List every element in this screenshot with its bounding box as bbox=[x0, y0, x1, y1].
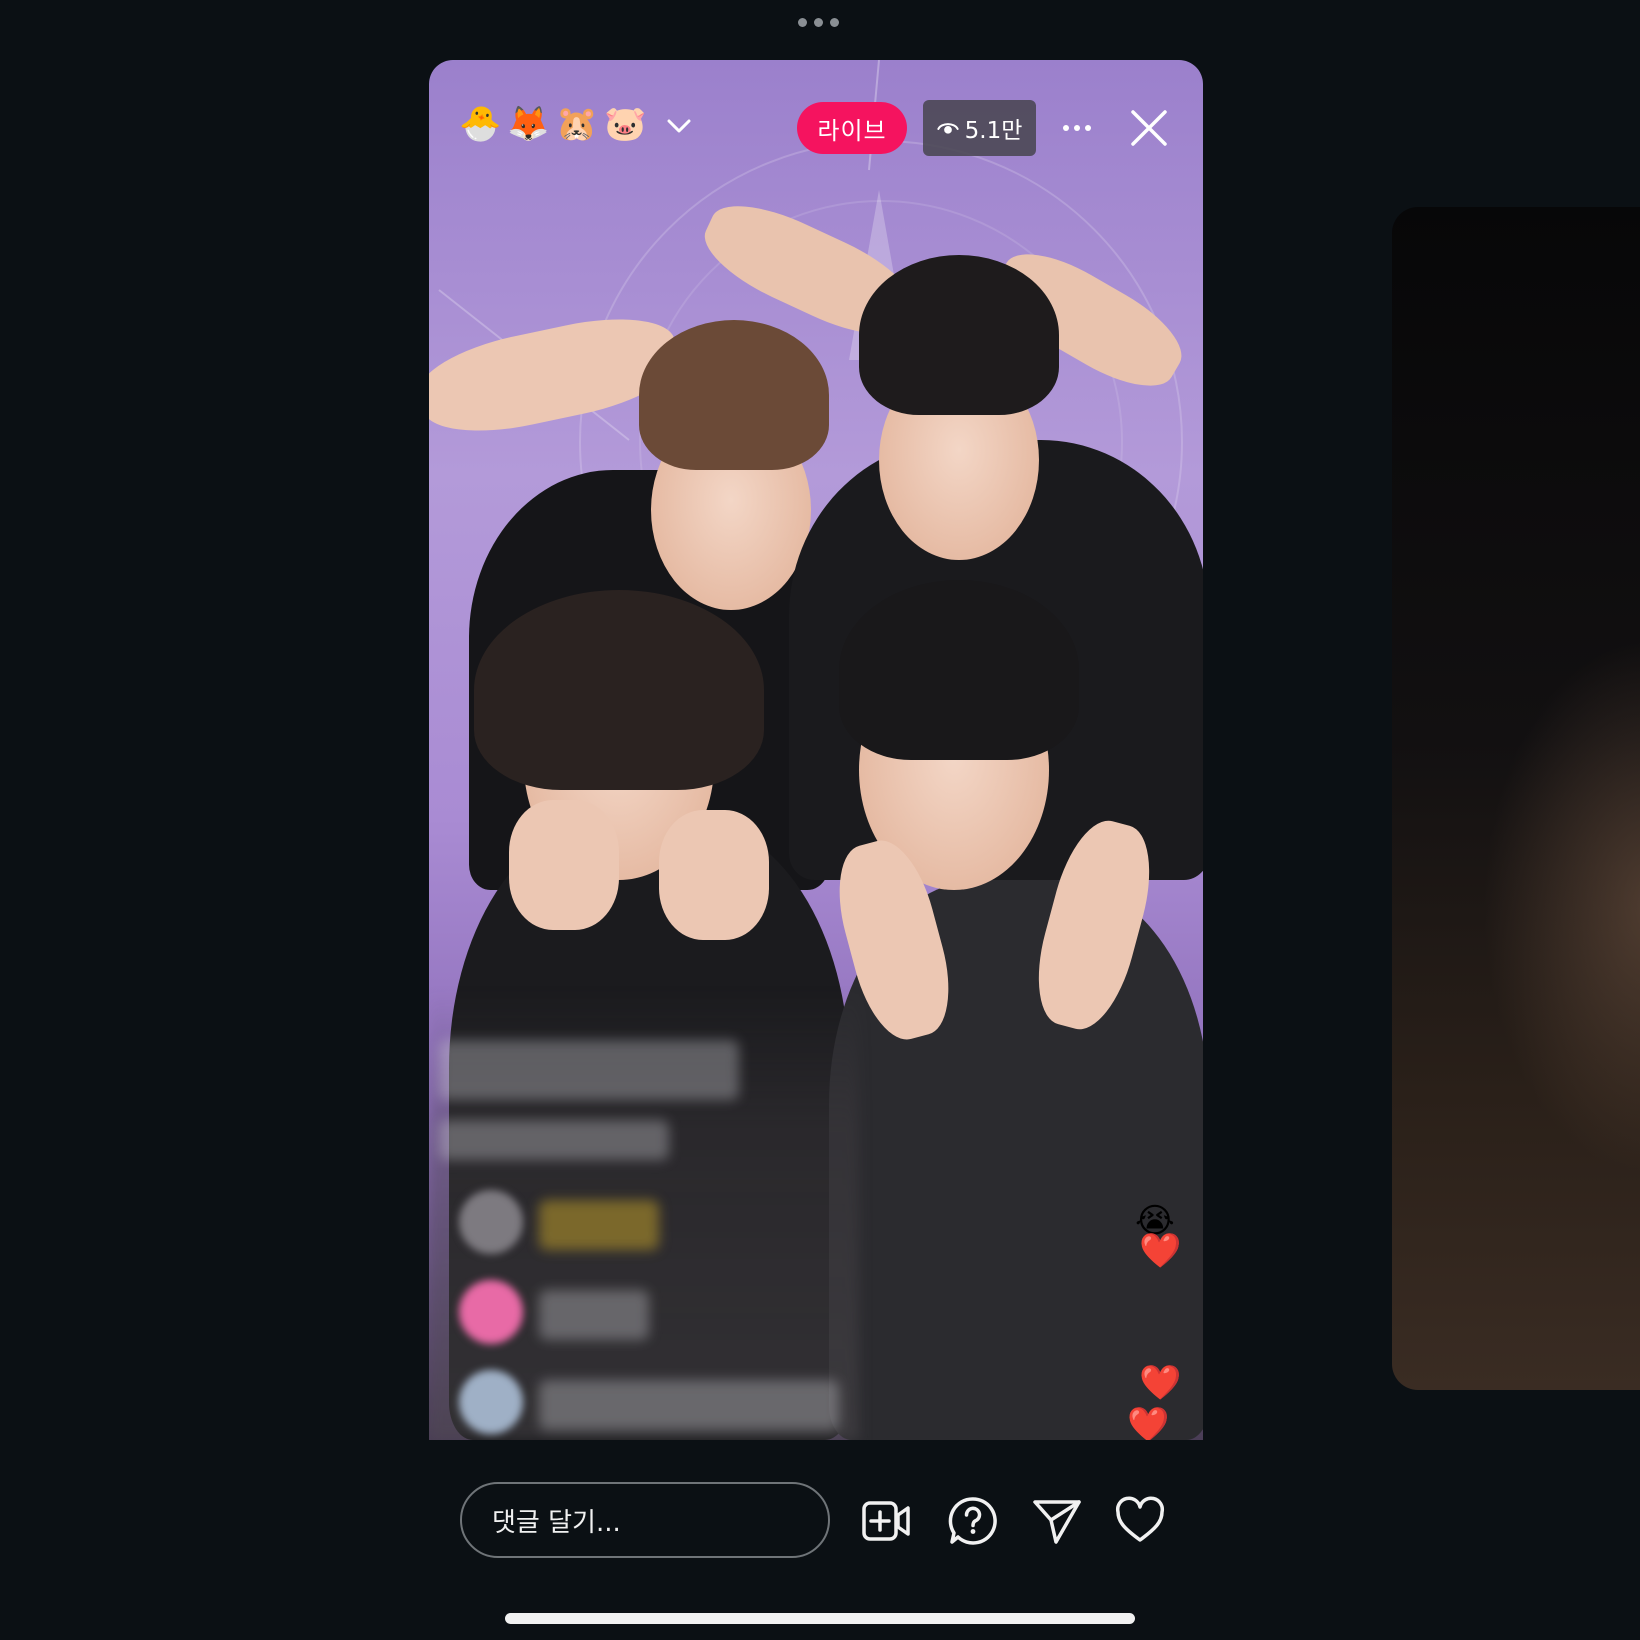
host-avatars[interactable]: 🐣 🦊 🐹 🐷 bbox=[459, 102, 646, 146]
chevron-down-icon[interactable] bbox=[665, 112, 693, 140]
comment-input[interactable]: 댓글 달기... bbox=[460, 1482, 830, 1558]
next-live-preview-card[interactable] bbox=[1392, 207, 1640, 1390]
commenter-avatar bbox=[459, 1190, 523, 1254]
window-handle-dots[interactable] bbox=[798, 18, 839, 27]
comment-blob bbox=[439, 1040, 739, 1100]
floating-reaction: ❤️ bbox=[1139, 1231, 1182, 1271]
viewer-count: 5.1만 bbox=[964, 118, 1023, 144]
live-header: 🐣 🦊 🐹 🐷 라이브 5.1만 bbox=[429, 60, 1203, 200]
host-emoji: 🦊 bbox=[507, 104, 550, 144]
close-icon[interactable] bbox=[1127, 106, 1171, 150]
eye-icon bbox=[936, 123, 959, 134]
person-1-hair bbox=[639, 320, 829, 470]
comment-blob bbox=[539, 1290, 649, 1340]
send-icon[interactable] bbox=[1032, 1496, 1082, 1546]
comment-blob bbox=[539, 1200, 659, 1250]
host-emoji: 🐹 bbox=[555, 104, 599, 144]
heart-icon[interactable] bbox=[1115, 1496, 1165, 1546]
person-3-hand-right bbox=[659, 810, 769, 940]
live-video-stream[interactable]: 😭 ❤️ ❤️ ❤️ 🐣 🦊 🐹 🐷 라이브 5.1만 bbox=[429, 60, 1203, 1440]
home-indicator[interactable] bbox=[505, 1613, 1135, 1624]
add-video-icon[interactable] bbox=[862, 1496, 912, 1546]
commenter-avatar bbox=[459, 1370, 523, 1434]
person-3-hand-left bbox=[509, 800, 619, 930]
viewer-count-badge[interactable]: 5.1만 bbox=[923, 100, 1036, 156]
commenter-avatar bbox=[459, 1280, 523, 1344]
comment-blob bbox=[539, 1380, 839, 1430]
person-4-hair bbox=[839, 580, 1079, 760]
question-icon[interactable] bbox=[948, 1496, 998, 1546]
person-3-hair bbox=[474, 590, 764, 790]
person-2-hair bbox=[859, 255, 1059, 415]
host-emoji: 🐷 bbox=[604, 104, 647, 144]
comment-placeholder: 댓글 달기... bbox=[492, 1507, 621, 1538]
floating-reaction: ❤️ bbox=[1127, 1405, 1170, 1440]
live-badge: 라이브 bbox=[797, 102, 907, 154]
comment-blob bbox=[439, 1120, 669, 1160]
host-emoji: 🐣 bbox=[459, 104, 502, 144]
floating-reaction: ❤️ bbox=[1139, 1363, 1182, 1403]
more-options-button[interactable] bbox=[1057, 114, 1097, 142]
instagram-live-screen: 😭 ❤️ ❤️ ❤️ 🐣 🦊 🐹 🐷 라이브 5.1만 댓글 달기... bbox=[0, 0, 1640, 1640]
